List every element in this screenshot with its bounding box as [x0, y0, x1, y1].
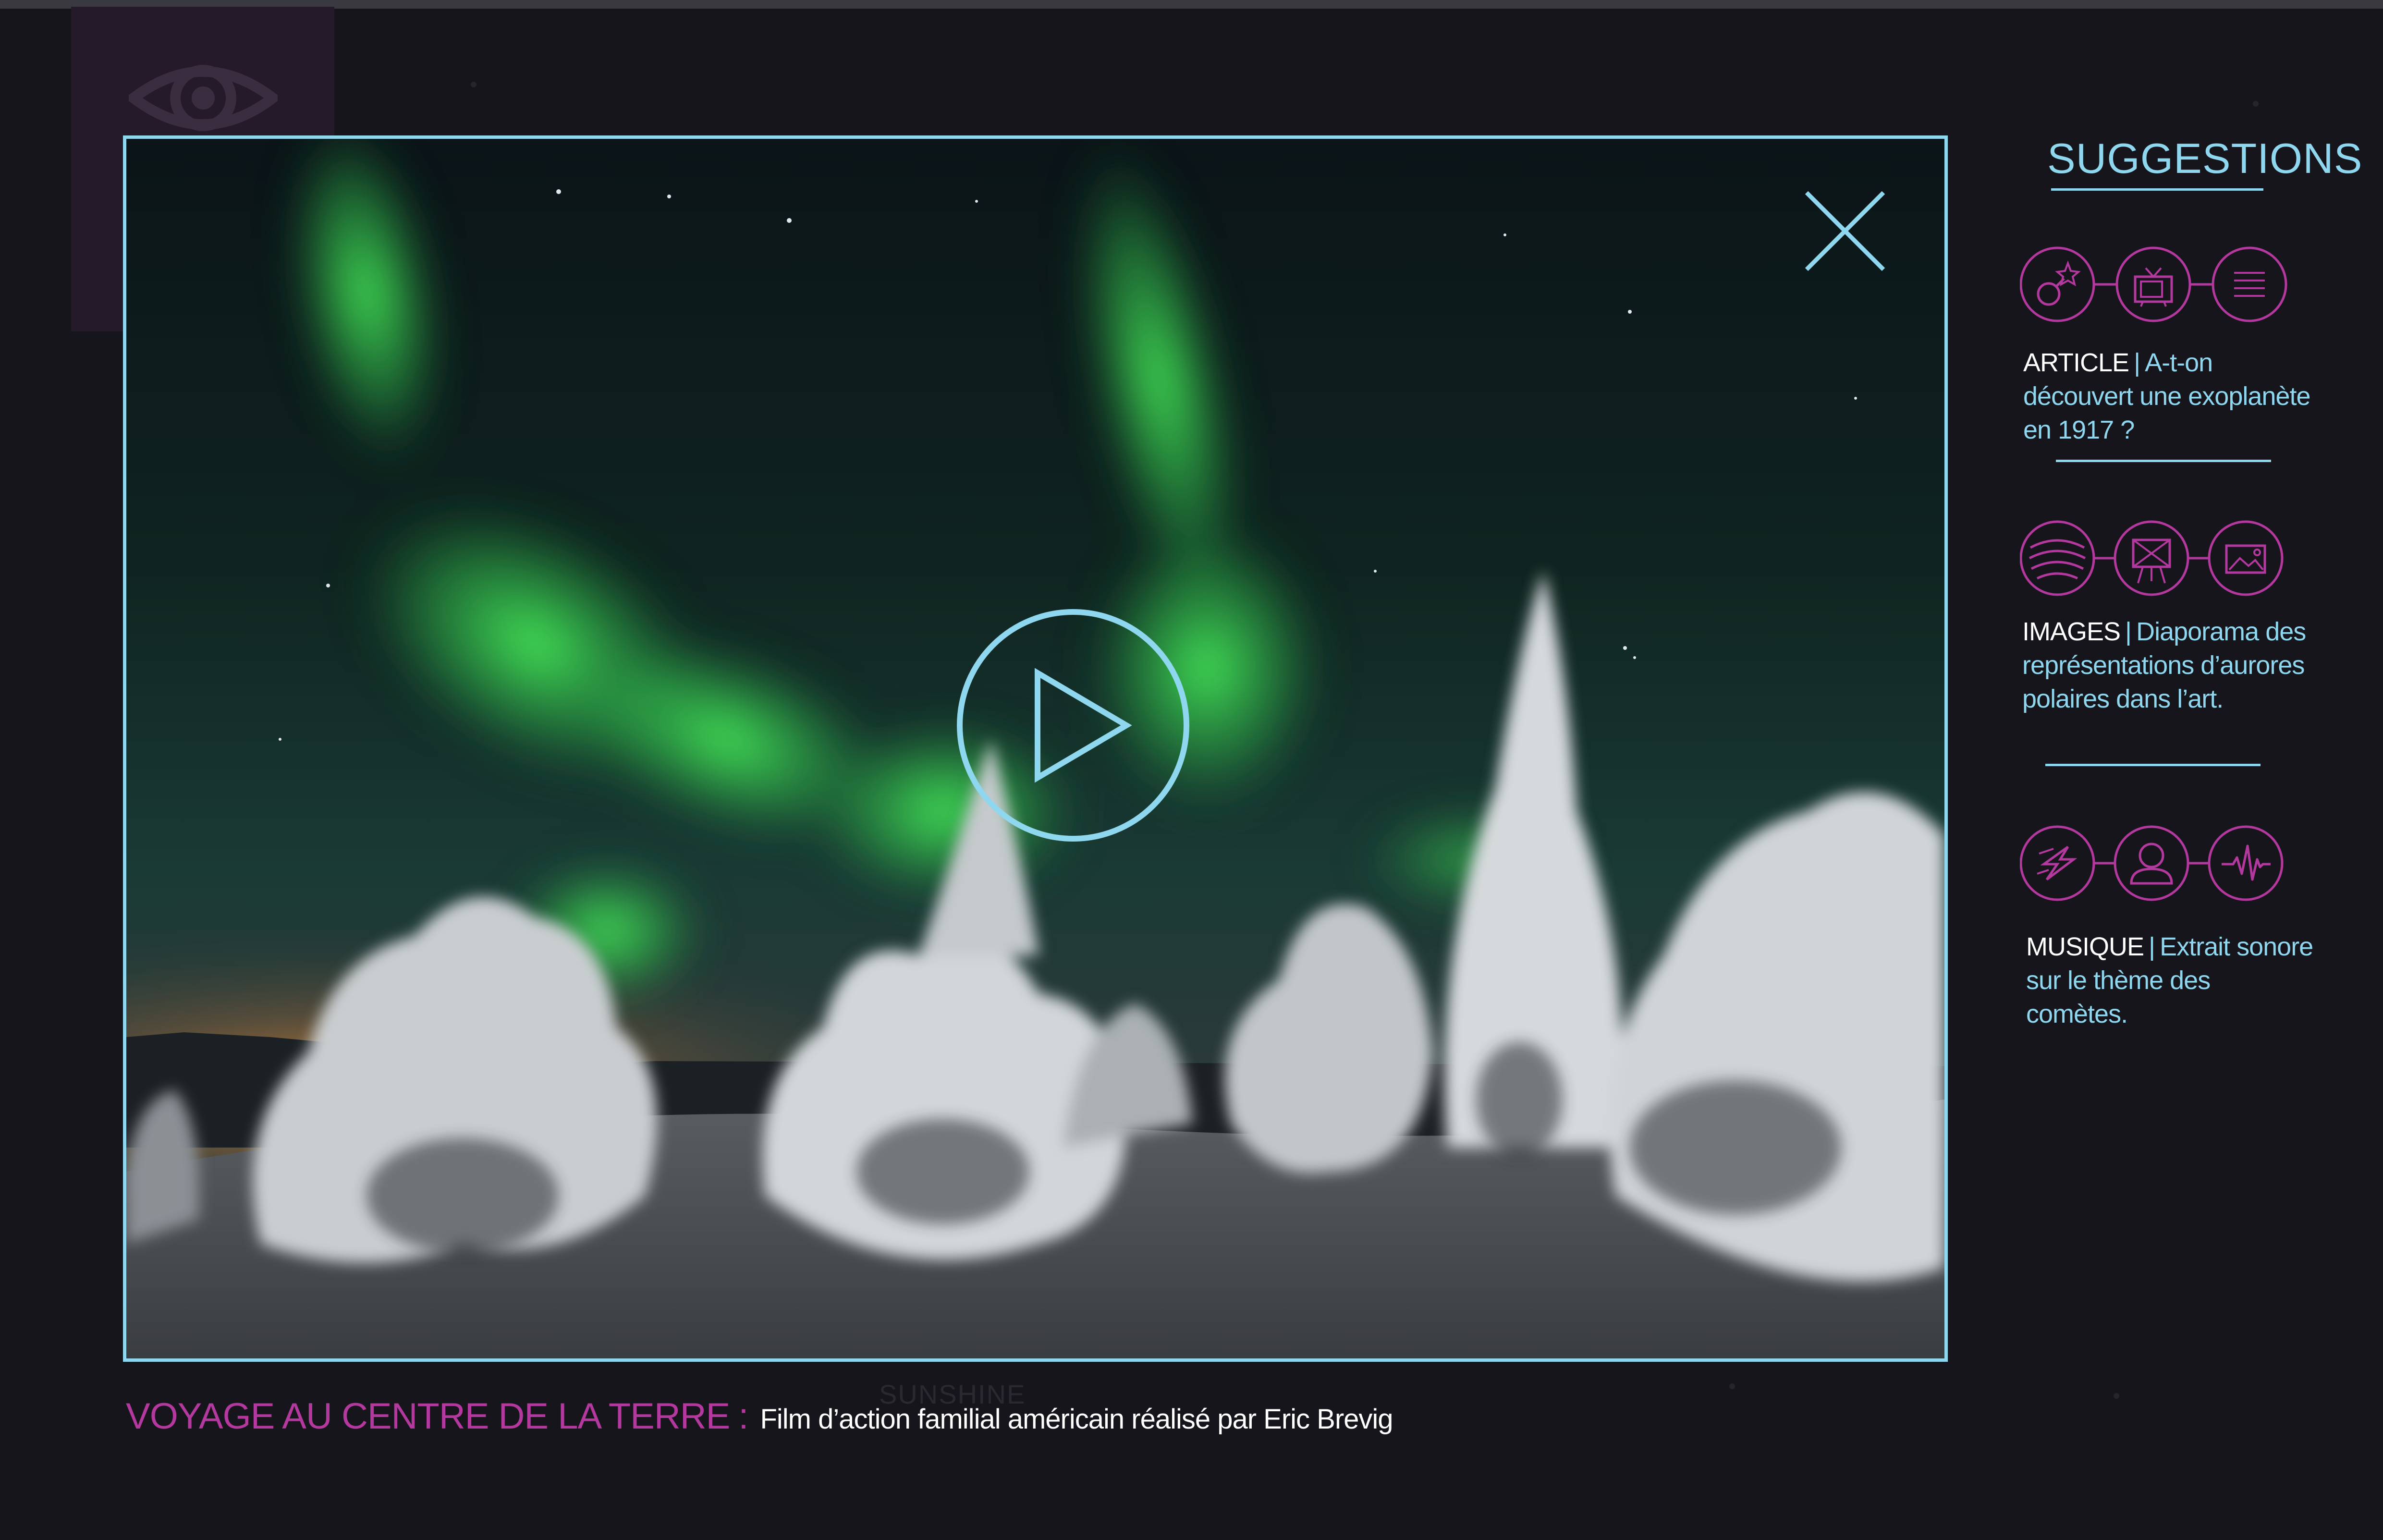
video-player[interactable]: [123, 135, 1948, 1362]
background-dot: [471, 82, 477, 87]
aurora-icon: [2020, 520, 2095, 596]
comet-icon: [2020, 825, 2095, 901]
tv-icon: [2115, 246, 2191, 322]
suggestion-musique-icons[interactable]: [2020, 824, 2289, 903]
background-dot: [1729, 1383, 1735, 1389]
suggestion-article[interactable]: ARTICLE | A-t-on découvert une exoplanète …: [2023, 346, 2311, 447]
close-button[interactable]: [1801, 187, 1889, 275]
easel-icon: [2114, 520, 2189, 596]
suggestion-divider: [2045, 764, 2261, 766]
suggestion-musique[interactable]: MUSIQUE | Extrait sonore sur le thème des …: [2026, 930, 2314, 1031]
suggestion-separator: |: [2134, 348, 2140, 377]
suggestion-images[interactable]: IMAGES | Diaporama des représentations d’a…: [2022, 615, 2310, 716]
suggestion-divider: [2056, 460, 2271, 462]
suggestions-title: SUGGESTIONS: [2047, 134, 2363, 182]
waveform-icon: [2208, 825, 2284, 901]
video-description: Film d’action familial américain réalisé…: [760, 1404, 1393, 1435]
suggestion-separator: |: [2125, 617, 2132, 646]
text-lines-icon: [2212, 246, 2287, 322]
suggestion-label: MUSIQUE: [2026, 932, 2144, 961]
caption-separator: :: [738, 1396, 749, 1437]
suggestions-title-underline: [2051, 188, 2263, 191]
background-dot: [2253, 101, 2259, 107]
user-icon: [2114, 825, 2189, 901]
eye-logo-icon: [129, 65, 278, 131]
planet-icon: [2020, 246, 2095, 322]
suggestion-separator: |: [2149, 932, 2155, 961]
video-caption: VOYAGE AU CENTRE DE LA TERRE: Film d’acti…: [126, 1390, 1393, 1443]
suggestion-label: ARTICLE: [2023, 348, 2129, 377]
suggestion-images-icons[interactable]: [2020, 519, 2289, 598]
video-title: VOYAGE AU CENTRE DE LA TERRE: [126, 1396, 730, 1437]
close-icon: [1805, 191, 1885, 271]
play-icon: [957, 609, 1189, 842]
top-bar: [0, 0, 2383, 9]
background-dot: [2114, 1393, 2119, 1399]
suggestion-article-icons[interactable]: [2020, 245, 2289, 324]
suggestion-label: IMAGES: [2022, 617, 2121, 646]
picture-icon: [2208, 520, 2284, 596]
play-button[interactable]: [953, 606, 1193, 845]
